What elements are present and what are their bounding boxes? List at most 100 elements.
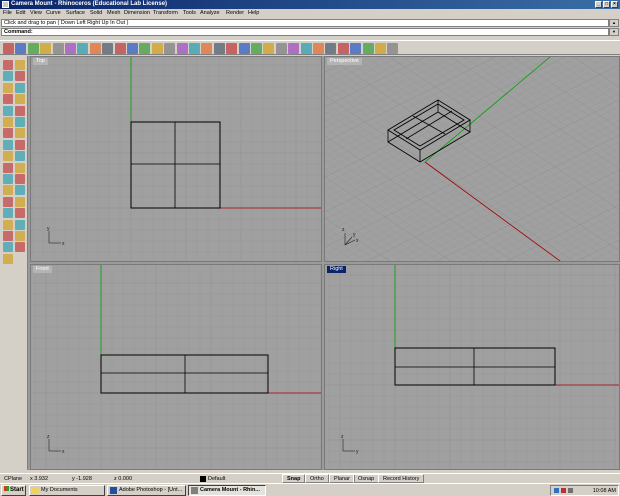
- viewport-right[interactable]: Right yz: [324, 264, 620, 470]
- boolean-icon[interactable]: [15, 162, 25, 173]
- polygon-icon[interactable]: [3, 105, 13, 116]
- record-history-toggle[interactable]: Record History: [378, 474, 425, 483]
- layer-color-swatch[interactable]: [200, 476, 206, 482]
- four-views-icon[interactable]: [226, 43, 238, 54]
- undo-view-icon[interactable]: [213, 43, 225, 54]
- menu-dimension[interactable]: Dimension: [124, 10, 150, 16]
- copy-icon[interactable]: [77, 43, 89, 54]
- layer-icon[interactable]: [288, 43, 300, 54]
- curve-icon[interactable]: [15, 71, 25, 82]
- close-button[interactable]: ×: [611, 1, 618, 8]
- menu-mesh[interactable]: Mesh: [107, 10, 120, 16]
- command-prompt[interactable]: Command:: [1, 28, 609, 36]
- move-icon[interactable]: [15, 196, 25, 207]
- polyline-icon[interactable]: [3, 71, 13, 82]
- rotate-view-icon[interactable]: [139, 43, 151, 54]
- viewport-front[interactable]: Front xz: [30, 264, 322, 470]
- mesh-icon[interactable]: [3, 174, 13, 184]
- select-points-icon[interactable]: [350, 43, 362, 54]
- dimension-icon[interactable]: [3, 242, 13, 253]
- render-preview-icon[interactable]: [337, 43, 349, 54]
- select-icon[interactable]: [3, 60, 13, 70]
- menu-edit[interactable]: Edit: [16, 10, 25, 16]
- revolve-icon[interactable]: [15, 139, 25, 150]
- open-icon[interactable]: [15, 43, 27, 54]
- freeform-icon[interactable]: [15, 105, 25, 116]
- properties-icon[interactable]: [300, 43, 312, 54]
- viewport-title-perspective[interactable]: Perspective: [327, 58, 362, 65]
- taskbar-rhino[interactable]: Camera Mount - Rhin...: [188, 485, 266, 496]
- viewport-perspective[interactable]: Perspective xyz: [324, 56, 620, 262]
- snap-toggle[interactable]: Snap: [282, 474, 306, 483]
- sphere-icon[interactable]: [15, 151, 25, 162]
- planar-toggle[interactable]: Planar: [329, 474, 355, 483]
- viewport-front-canvas[interactable]: xz: [31, 265, 322, 470]
- copy-icon[interactable]: [3, 208, 13, 219]
- ortho-toggle[interactable]: Ortho: [305, 474, 329, 483]
- scale-icon[interactable]: [3, 219, 13, 230]
- start-button[interactable]: Start: [1, 485, 26, 496]
- grid-snap-icon[interactable]: [362, 43, 374, 54]
- mirror-icon[interactable]: [15, 219, 25, 230]
- osnap-toggle[interactable]: Osnap: [353, 474, 380, 483]
- zoom-all-icon[interactable]: [201, 43, 213, 54]
- taskbar-photoshop[interactable]: Adobe Photoshop - [Unt...: [107, 485, 186, 496]
- menu-view[interactable]: View: [30, 10, 42, 16]
- group-icon[interactable]: [15, 231, 25, 241]
- viewport-title-right[interactable]: Right: [327, 266, 346, 273]
- lock-icon[interactable]: [275, 43, 287, 54]
- print-icon[interactable]: [40, 43, 52, 54]
- viewport-title-top[interactable]: Top: [33, 58, 48, 65]
- zoom-window-icon[interactable]: [164, 43, 176, 54]
- hide-icon[interactable]: [251, 43, 262, 54]
- light-icon[interactable]: [263, 43, 275, 54]
- redo-icon[interactable]: [114, 43, 126, 54]
- split-icon[interactable]: [3, 196, 13, 207]
- trim-icon[interactable]: [15, 185, 25, 196]
- taskbar-my-documents[interactable]: My Documents: [29, 485, 105, 496]
- explode-icon[interactable]: [3, 185, 13, 196]
- menu-help[interactable]: Help: [248, 10, 259, 16]
- menu-tools[interactable]: Tools: [183, 10, 196, 16]
- shade-icon[interactable]: [313, 43, 324, 54]
- viewport-perspective-canvas[interactable]: xyz: [325, 57, 620, 262]
- extrude-icon[interactable]: [15, 128, 25, 139]
- arc-icon[interactable]: [3, 94, 13, 105]
- menu-solid[interactable]: Solid: [90, 10, 102, 16]
- rhino-app-icon[interactable]: [2, 1, 9, 8]
- circle-icon[interactable]: [3, 82, 13, 93]
- pan-icon[interactable]: [127, 43, 138, 54]
- cut-icon[interactable]: [65, 43, 76, 54]
- render-icon[interactable]: [3, 253, 13, 264]
- zoom-selected-icon[interactable]: [189, 43, 200, 54]
- paste-icon[interactable]: [89, 43, 101, 54]
- ellipse-icon[interactable]: [15, 82, 25, 93]
- join-icon[interactable]: [15, 174, 25, 184]
- volume-icon[interactable]: [568, 488, 573, 493]
- minimize-button[interactable]: _: [595, 1, 602, 8]
- status-layer[interactable]: Default: [208, 475, 225, 483]
- rectangle-icon[interactable]: [15, 94, 25, 105]
- fillet-icon[interactable]: [3, 117, 13, 127]
- viewport-right-canvas[interactable]: yz: [325, 265, 620, 470]
- undo-icon[interactable]: [102, 43, 114, 54]
- new-icon[interactable]: [3, 43, 14, 54]
- network-icon[interactable]: [554, 488, 559, 493]
- cplane-icon[interactable]: [238, 43, 250, 54]
- loft-icon[interactable]: [3, 139, 13, 150]
- array-icon[interactable]: [3, 231, 13, 241]
- box-icon[interactable]: [3, 151, 13, 162]
- cylinder-icon[interactable]: [3, 162, 13, 173]
- menu-render[interactable]: Render: [226, 10, 244, 16]
- security-icon[interactable]: [561, 488, 566, 493]
- menu-analyze[interactable]: Analyze: [200, 10, 220, 16]
- viewport-title-front[interactable]: Front: [33, 266, 52, 273]
- viewport-top[interactable]: Top xy: [30, 56, 322, 262]
- render-icon[interactable]: [325, 43, 337, 54]
- save-icon[interactable]: [27, 43, 39, 54]
- menu-curve[interactable]: Curve: [46, 10, 61, 16]
- text-icon[interactable]: [15, 242, 25, 253]
- maximize-button[interactable]: □: [603, 1, 610, 8]
- rotate-icon[interactable]: [15, 208, 25, 219]
- import-icon[interactable]: [52, 43, 64, 54]
